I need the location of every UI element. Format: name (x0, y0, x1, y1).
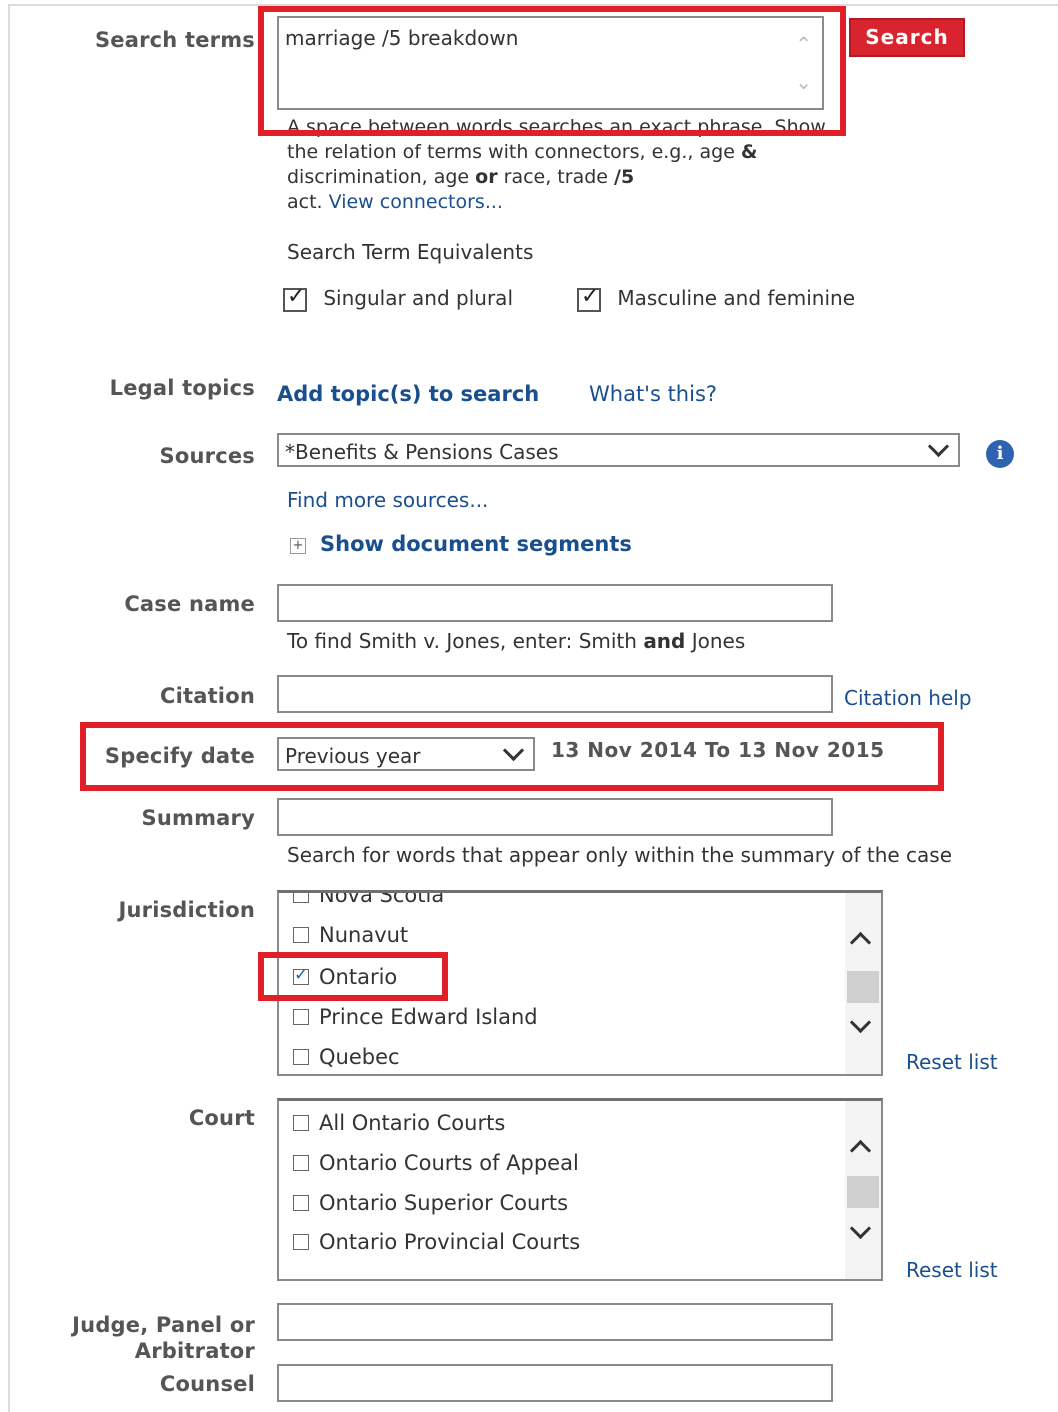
summary-input[interactable] (277, 798, 833, 836)
search-button[interactable]: Search (849, 18, 965, 57)
view-connectors-link[interactable]: View connectors... (329, 191, 503, 213)
scroll-thumb[interactable] (847, 971, 879, 1003)
date-range: 13 Nov 2014 To 13 Nov 2015 (551, 738, 885, 762)
masculine-feminine-checkbox[interactable]: ✓ (577, 284, 601, 312)
chevron-up-icon[interactable] (849, 931, 872, 954)
date-select[interactable]: Previous year (277, 737, 535, 771)
list-item-quebec[interactable]: Quebec (293, 1045, 400, 1069)
singular-plural-checkbox[interactable]: ✓ (283, 284, 307, 312)
case-name-input[interactable] (277, 584, 833, 622)
nunavut-checkbox[interactable] (293, 927, 309, 943)
chevron-down-icon (502, 739, 525, 762)
judge-label-line2: Arbitrator (134, 1339, 255, 1363)
court-label: Court (188, 1106, 255, 1130)
check-icon: ✓ (287, 283, 306, 309)
nova-scotia-checkbox[interactable] (293, 893, 309, 903)
court-list[interactable]: All Ontario Courts Ontario Courts of App… (277, 1098, 883, 1281)
pei-checkbox[interactable] (293, 1009, 309, 1025)
all-courts-checkbox[interactable] (293, 1115, 309, 1131)
jurisdiction-reset-link[interactable]: Reset list (906, 1050, 998, 1074)
quebec-checkbox[interactable] (293, 1049, 309, 1065)
list-item-courts-of-appeal[interactable]: Ontario Courts of Appeal (293, 1151, 579, 1175)
equivalents-title: Search Term Equivalents (287, 240, 534, 264)
ontario-checkbox[interactable]: ✓ (293, 965, 309, 985)
search-hint-line3: discrimination, age or race, trade /5 (287, 166, 635, 188)
appeal-checkbox[interactable] (293, 1155, 309, 1171)
specify-date-label: Specify date (104, 744, 255, 768)
summary-hint: Search for words that appear only within… (287, 843, 953, 867)
check-icon: ✓ (581, 283, 600, 309)
jurisdiction-list[interactable]: Nova Scotia Nunavut ✓ Ontario Prince Edwa… (277, 890, 883, 1076)
scroll-down-icon[interactable]: ⌄ (795, 70, 812, 94)
jurisdiction-label: Jurisdiction (118, 898, 255, 922)
case-name-hint: To find Smith v. Jones, enter: Smith and… (287, 629, 746, 653)
citation-label: Citation (159, 684, 255, 708)
superior-checkbox[interactable] (293, 1195, 309, 1211)
sources-selected: *Benefits & Pensions Cases (285, 440, 559, 464)
chevron-down-icon[interactable] (849, 1217, 872, 1240)
sources-label: Sources (159, 444, 255, 468)
chevron-up-icon[interactable] (849, 1139, 872, 1162)
search-terms-input[interactable]: marriage /5 breakdown ⌃ ⌄ (277, 16, 824, 110)
legal-topics-label: Legal topics (109, 376, 255, 400)
show-segments-toggle[interactable]: + Show document segments (290, 532, 632, 556)
list-item-pei[interactable]: Prince Edward Island (293, 1005, 538, 1029)
search-terms-label: Search terms (94, 28, 255, 52)
counsel-label: Counsel (159, 1372, 255, 1396)
list-item-all-ontario-courts[interactable]: All Ontario Courts (293, 1111, 505, 1135)
summary-label: Summary (141, 806, 255, 830)
info-icon[interactable]: i (986, 440, 1014, 468)
list-item-provincial-courts[interactable]: Ontario Provincial Courts (293, 1230, 580, 1254)
search-hint-line2: the relation of terms with connectors, e… (287, 141, 758, 163)
jurisdiction-scrollbar[interactable] (845, 893, 881, 1074)
expand-icon[interactable]: + (290, 538, 306, 554)
list-item-superior-courts[interactable]: Ontario Superior Courts (293, 1191, 568, 1215)
court-scrollbar[interactable] (845, 1101, 881, 1279)
singular-plural-option[interactable]: ✓ Singular and plural (283, 284, 513, 312)
search-hint-line4: act. View connectors... (287, 191, 503, 213)
list-item-ontario[interactable]: ✓ Ontario (293, 965, 397, 989)
add-topics-link[interactable]: Add topic(s) to search (277, 382, 539, 406)
sources-select[interactable]: *Benefits & Pensions Cases (277, 433, 960, 467)
citation-help-link[interactable]: Citation help (844, 686, 972, 710)
judge-input[interactable] (277, 1303, 833, 1341)
whats-this-link[interactable]: What's this? (589, 382, 717, 406)
search-terms-value: marriage /5 breakdown (285, 26, 519, 50)
counsel-input[interactable] (277, 1364, 833, 1402)
date-selected: Previous year (285, 744, 421, 768)
court-reset-link[interactable]: Reset list (906, 1258, 998, 1282)
judge-label-line1: Judge, Panel or (72, 1313, 255, 1337)
provincial-checkbox[interactable] (293, 1234, 309, 1250)
scroll-up-icon[interactable]: ⌃ (795, 32, 812, 56)
case-name-label: Case name (124, 592, 255, 616)
find-more-sources-link[interactable]: Find more sources... (287, 488, 488, 512)
search-hint-line1: A space between words searches an exact … (287, 116, 826, 138)
list-item-nova-scotia[interactable]: Nova Scotia (293, 893, 444, 907)
chevron-down-icon (927, 435, 950, 458)
list-item-nunavut[interactable]: Nunavut (293, 923, 408, 947)
masculine-feminine-option[interactable]: ✓ Masculine and feminine (577, 284, 855, 312)
citation-input[interactable] (277, 675, 833, 713)
scroll-thumb[interactable] (847, 1176, 879, 1208)
chevron-down-icon[interactable] (849, 1011, 872, 1034)
check-icon: ✓ (294, 965, 309, 985)
